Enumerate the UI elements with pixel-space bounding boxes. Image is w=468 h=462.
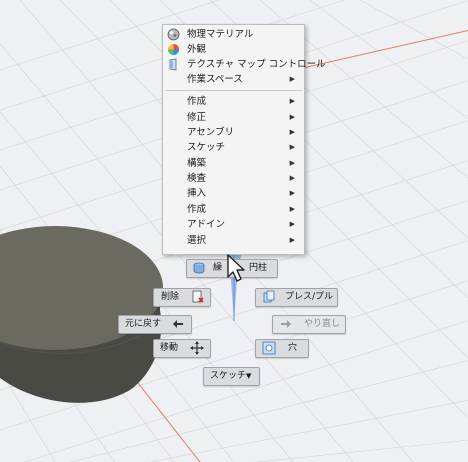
submenu-arrow-icon: ▶: [289, 128, 295, 136]
appearance-icon: [168, 44, 179, 55]
chevron-down-icon: ▼: [246, 372, 252, 380]
submenu-arrow-icon: ▶: [289, 205, 295, 213]
hole-label: 穴: [288, 343, 298, 353]
repeat-extra-label: 円柱: [249, 263, 268, 273]
menu-item-construct[interactable]: 構築 ▶: [163, 156, 304, 171]
press-pull-button[interactable]: プレス/プル: [255, 288, 338, 307]
hole-icon: [262, 341, 276, 355]
menu-item-select[interactable]: 選択 ▶: [163, 233, 304, 248]
menu-item-label: 作成: [187, 96, 207, 107]
submenu-arrow-icon: ▶: [289, 159, 295, 167]
press-pull-icon: [263, 290, 275, 303]
menu-item-addins[interactable]: アドイン ▶: [163, 217, 304, 232]
menu-item-assembly[interactable]: アセンブリ ▶: [163, 125, 304, 140]
undo-label: 元に戻す: [125, 319, 162, 329]
cylinder-icon: [193, 262, 205, 274]
submenu-arrow-icon: ▶: [289, 189, 295, 197]
menu-item-label: 物理マテリアル: [187, 29, 254, 40]
submenu-arrow-icon: ▶: [289, 220, 295, 228]
menu-item-physical-material[interactable]: 物理マテリアル: [163, 27, 304, 42]
menu-item-make[interactable]: 作成 ▶: [163, 202, 304, 217]
menu-item-inspect[interactable]: 検査 ▶: [163, 171, 304, 186]
menu-item-workspace[interactable]: 作業スペース ▶: [163, 72, 304, 87]
submenu-arrow-icon: ▶: [289, 236, 295, 244]
move-label: 移動: [160, 343, 179, 353]
submenu-arrow-icon: ▶: [289, 75, 295, 83]
menu-item-sketch[interactable]: スケッチ ▶: [163, 140, 304, 155]
submenu-arrow-icon: ▶: [289, 113, 295, 121]
menu-item-label: テクスチャ マップ コントロール: [187, 59, 326, 70]
redo-arrow-icon: [281, 320, 291, 328]
physical-material-icon: [167, 28, 180, 41]
mouse-cursor-icon: [227, 254, 245, 282]
menu-item-label: アドイン: [187, 219, 226, 230]
texture-map-icon: [169, 58, 177, 71]
menu-item-modify[interactable]: 修正 ▶: [163, 110, 304, 125]
menu-item-appearance[interactable]: 外観: [163, 42, 304, 57]
repeat-label: 繰: [213, 263, 223, 273]
context-menu: 物理マテリアル 外観 テクスチャ マップ コントロール 作業スペース ▶ 作成 …: [162, 24, 326, 255]
menu-item-label: 構築: [187, 158, 207, 169]
menu-item-label: 修正: [187, 112, 207, 123]
menu-item-label: 検査: [187, 173, 207, 184]
hole-button[interactable]: 穴: [255, 339, 309, 358]
menu-item-texture-map[interactable]: テクスチャ マップ コントロール: [163, 57, 326, 72]
undo-button[interactable]: 元に戻す: [118, 315, 192, 334]
sketch-dropdown-button[interactable]: スケッチ ▼: [203, 367, 260, 386]
submenu-arrow-icon: ▶: [289, 174, 295, 182]
menu-item-label: スケッチ: [187, 142, 226, 153]
menu-item-label: アセンブリ: [187, 127, 235, 138]
menu-item-label: 外観: [187, 44, 207, 55]
menu-item-label: 作成: [187, 204, 207, 215]
redo-button[interactable]: やり直し: [272, 315, 346, 334]
delete-button[interactable]: 削除: [153, 288, 211, 307]
move-button[interactable]: 移動: [153, 339, 211, 358]
menu-item-insert[interactable]: 挿入 ▶: [163, 186, 304, 201]
sketch-label: スケッチ: [210, 371, 247, 381]
redo-label: やり直し: [304, 319, 341, 329]
move-arrows-icon: [190, 341, 204, 355]
undo-arrow-icon: [173, 320, 183, 328]
delete-icon: [192, 290, 204, 303]
delete-label: 削除: [161, 292, 180, 302]
menu-item-label: 作業スペース: [187, 74, 243, 85]
menu-item-label: 挿入: [187, 188, 207, 199]
menu-divider: [165, 90, 302, 91]
submenu-arrow-icon: ▶: [289, 143, 295, 151]
menu-item-label: 選択: [187, 235, 207, 246]
submenu-arrow-icon: ▶: [289, 97, 295, 105]
menu-item-create[interactable]: 作成 ▶: [163, 94, 304, 109]
press-pull-label: プレス/プル: [285, 292, 334, 302]
